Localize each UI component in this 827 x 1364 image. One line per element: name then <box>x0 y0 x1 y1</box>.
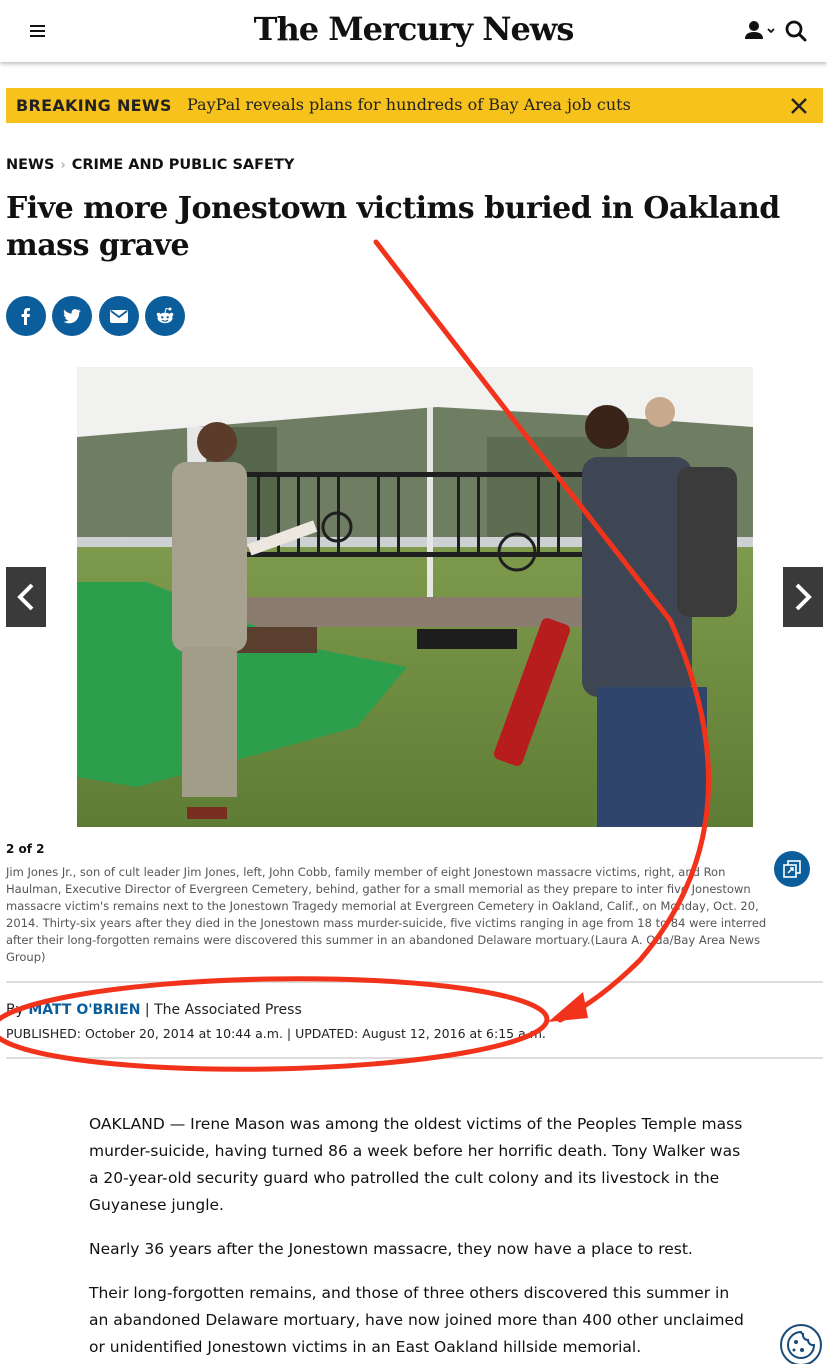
breaking-news-banner: BREAKING NEWS PayPal reveals plans for h… <box>6 88 823 123</box>
dates-separator: | <box>286 1026 292 1041</box>
byline-separator: | <box>144 1002 150 1018</box>
chevron-right-icon: › <box>60 158 66 173</box>
published-date: October 20, 2014 at 10:44 a.m. <box>84 1026 283 1041</box>
article-headline: Five more Jonestown victims buried in Oa… <box>6 191 780 263</box>
cookie-settings-button[interactable] <box>780 1324 822 1364</box>
publish-dates: PUBLISHED: October 20, 2014 at 10:44 a.m… <box>6 1026 546 1041</box>
share-reddit-button[interactable] <box>145 296 185 336</box>
site-logo[interactable]: The Mercury News <box>254 10 575 48</box>
breadcrumb-crime-and-public-safety[interactable]: CRIME AND PUBLIC SAFETY <box>72 157 295 173</box>
cookie-icon <box>787 1330 816 1359</box>
user-account-icon[interactable] <box>744 20 778 42</box>
site-header: The Mercury News <box>0 0 827 62</box>
expand-gallery-button[interactable] <box>774 851 810 887</box>
chevron-right-icon <box>795 583 812 611</box>
breaking-news-label: BREAKING NEWS <box>16 96 172 115</box>
gallery-counter: 2 of 2 <box>6 842 45 856</box>
reddit-icon <box>156 307 174 324</box>
updated-label: UPDATED: <box>295 1026 359 1041</box>
expand-icon <box>783 860 801 878</box>
gallery-previous-button[interactable] <box>6 567 46 627</box>
close-icon[interactable] <box>788 95 810 117</box>
breaking-news-link[interactable]: PayPal reveals plans for hundreds of Bay… <box>187 95 631 114</box>
divider <box>6 981 823 983</box>
chevron-left-icon <box>17 583 34 611</box>
gallery-photo[interactable] <box>77 367 753 827</box>
photo-caption: Jim Jones Jr., son of cult leader Jim Jo… <box>6 865 767 964</box>
divider <box>6 1057 823 1059</box>
article-paragraph: OAKLAND — Irene Mason was among the olde… <box>89 1115 743 1214</box>
article-body: OAKLAND — Irene Mason was among the olde… <box>89 1111 749 1364</box>
menu-icon[interactable] <box>30 22 50 40</box>
share-facebook-button[interactable] <box>6 296 46 336</box>
share-email-button[interactable] <box>99 296 139 336</box>
published-label: PUBLISHED: <box>6 1026 81 1041</box>
author-link[interactable]: MATT O'BRIEN <box>28 1002 140 1018</box>
breadcrumb: NEWS › CRIME AND PUBLIC SAFETY <box>6 157 294 173</box>
article-paragraph: Nearly 36 years after the Jonestown mass… <box>89 1240 693 1258</box>
arrow-head-icon <box>548 992 588 1022</box>
article-paragraph: Their long-forgotten remains, and those … <box>89 1284 744 1356</box>
byline: By MATT O'BRIEN | The Associated Press <box>6 1002 302 1018</box>
gallery-next-button[interactable] <box>783 567 823 627</box>
search-icon[interactable] <box>784 19 808 43</box>
email-icon <box>110 310 128 323</box>
share-twitter-button[interactable] <box>52 296 92 336</box>
byline-prefix: By <box>6 1002 24 1018</box>
updated-date: August 12, 2016 at 6:15 a.m. <box>362 1026 546 1041</box>
twitter-icon <box>63 309 81 324</box>
facebook-icon <box>21 308 30 325</box>
byline-organization: The Associated Press <box>154 1002 302 1018</box>
breadcrumb-news[interactable]: NEWS <box>6 157 54 173</box>
